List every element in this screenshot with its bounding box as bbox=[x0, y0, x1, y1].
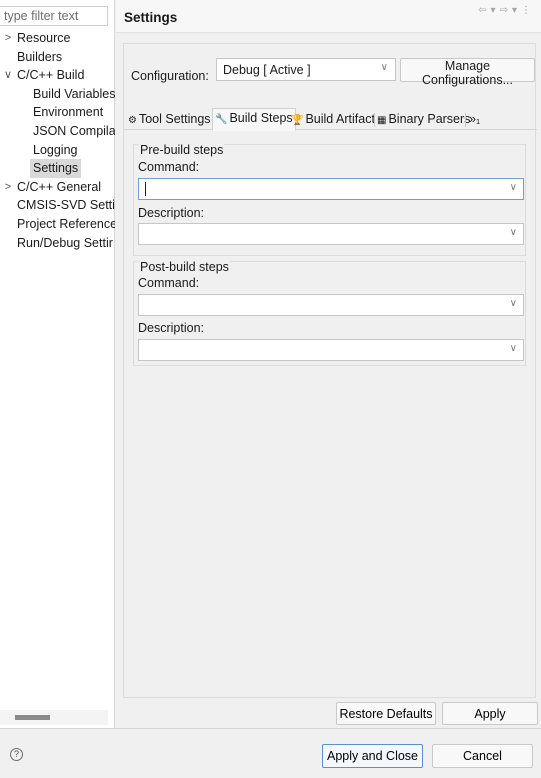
tab-label: Binary Parsers bbox=[388, 112, 471, 126]
tree-item-run-debug-settings[interactable]: Run/Debug Settir bbox=[0, 234, 115, 253]
configuration-label: Configuration: bbox=[131, 69, 209, 83]
pre-build-steps-group: Pre-build steps Command: ∨ Description: … bbox=[133, 143, 526, 256]
tree-item-cpp-general[interactable]: > C/C++ General bbox=[0, 178, 115, 197]
tab-separator bbox=[465, 113, 466, 127]
tree-item-logging[interactable]: Logging bbox=[0, 141, 115, 160]
tree-item-label: CMSIS-SVD Settir bbox=[17, 198, 115, 213]
horizontal-scrollbar[interactable] bbox=[0, 710, 108, 725]
tree-item-label: Builders bbox=[17, 49, 63, 64]
tab-label: »₁ bbox=[469, 112, 481, 126]
tree-item-json-compilation[interactable]: JSON Compila bbox=[0, 122, 115, 141]
tree-item-label: Project Reference: bbox=[17, 216, 115, 231]
apply-and-close-button[interactable]: Apply and Close bbox=[322, 744, 423, 768]
settings-panel: Settings ⇦▾⇨▾⋮ Configuration: Debug [ Ac… bbox=[116, 0, 541, 728]
configuration-select[interactable]: Debug [ Active ] ∨ bbox=[216, 58, 396, 81]
left-navigation-panel: > Resource Builders ∨ C/C++ Build Build … bbox=[0, 0, 115, 728]
configuration-value: Debug [ Active ] bbox=[223, 63, 311, 77]
tree-item-label: C/C++ General bbox=[17, 179, 102, 194]
pre-build-command-field[interactable]: ∨ bbox=[138, 178, 524, 200]
back-menu-dropdown-icon[interactable]: ▾ bbox=[491, 5, 500, 16]
chevron-down-icon[interactable]: ∨ bbox=[510, 343, 517, 354]
group-title: Pre-build steps bbox=[139, 143, 225, 157]
binary-parser-icon: ▦ bbox=[377, 115, 387, 126]
chevron-down-icon[interactable]: ∨ bbox=[2, 66, 14, 85]
forward-arrow-icon[interactable]: ⇨ bbox=[500, 5, 512, 16]
tree-item-cmsis-svd-settings[interactable]: CMSIS-SVD Settir bbox=[0, 196, 115, 215]
tree-item-label: Build Variables bbox=[33, 86, 115, 101]
chevron-right-icon[interactable]: > bbox=[2, 29, 14, 48]
group-title: Post-build steps bbox=[139, 260, 230, 274]
tree-item-cpp-build[interactable]: ∨ C/C++ Build bbox=[0, 66, 115, 85]
manage-configurations-button[interactable]: Manage Configurations... bbox=[400, 58, 535, 87]
post-build-description-field[interactable]: ∨ bbox=[138, 339, 524, 361]
tree-item-label: JSON Compila bbox=[33, 123, 115, 138]
cancel-button[interactable]: Cancel bbox=[432, 744, 533, 768]
tool-settings-icon: ⚙ bbox=[128, 115, 137, 126]
chevron-down-icon: ∨ bbox=[380, 62, 388, 73]
restore-defaults-button[interactable]: Restore Defaults bbox=[336, 702, 436, 725]
tree-item-label: Resource bbox=[17, 31, 71, 45]
tree-item-label: C/C++ Build bbox=[17, 68, 85, 83]
tab-label: Tool Settings bbox=[138, 112, 211, 126]
chevron-down-icon[interactable]: ∨ bbox=[510, 298, 517, 309]
scrollbar-thumb[interactable] bbox=[15, 715, 50, 720]
chevron-down-icon[interactable]: ∨ bbox=[510, 227, 517, 238]
tree-item-label: Settings bbox=[30, 159, 82, 178]
property-tree: > Resource Builders ∨ C/C++ Build Build … bbox=[0, 29, 115, 252]
settings-content: Configuration: Debug [ Active ] ∨ Manage… bbox=[123, 43, 537, 698]
header-nav-icons: ⇦▾⇨▾⋮ bbox=[478, 5, 535, 16]
tab-build-steps[interactable]: 🔧 Build Steps bbox=[212, 108, 296, 131]
tree-item-label: Logging bbox=[33, 142, 78, 157]
post-build-steps-group: Post-build steps Command: ∨ Description:… bbox=[133, 260, 526, 366]
help-icon[interactable]: ? bbox=[10, 748, 23, 761]
apply-button[interactable]: Apply bbox=[442, 702, 538, 725]
filter-input[interactable] bbox=[0, 6, 108, 26]
tree-item-resource[interactable]: > Resource bbox=[0, 29, 115, 48]
tab-overflow-more[interactable]: »₁ bbox=[469, 110, 480, 130]
view-menu-icon[interactable]: ⋮ bbox=[521, 5, 535, 16]
post-build-command-label: Command: bbox=[138, 276, 200, 290]
tree-item-environment[interactable]: Environment bbox=[0, 103, 115, 122]
chevron-right-icon[interactable]: > bbox=[2, 178, 14, 197]
post-build-command-field[interactable]: ∨ bbox=[138, 294, 524, 316]
pre-build-command-label: Command: bbox=[138, 160, 200, 174]
trophy-icon: 🏆 bbox=[291, 115, 304, 126]
tab-label: Build Artifact bbox=[305, 112, 375, 126]
tree-item-label: Run/Debug Settir bbox=[17, 235, 113, 250]
tab-label: Build Steps bbox=[229, 111, 293, 125]
chevron-down-icon[interactable]: ∨ bbox=[510, 182, 517, 193]
settings-header: Settings ⇦▾⇨▾⋮ bbox=[116, 0, 541, 33]
tree-item-label: Environment bbox=[33, 105, 104, 120]
dialog-button-bar: ? Apply and Close Cancel bbox=[0, 728, 541, 778]
pre-build-description-label: Description: bbox=[138, 206, 204, 220]
tab-binary-parsers[interactable]: ▦ Binary Parsers bbox=[377, 110, 470, 130]
tab-tool-settings[interactable]: ⚙ Tool Settings bbox=[128, 110, 211, 130]
page-title: Settings bbox=[124, 10, 178, 25]
tree-item-build-variables[interactable]: Build Variables bbox=[0, 85, 115, 104]
tree-item-project-references[interactable]: Project Reference: bbox=[0, 215, 115, 234]
settings-tabs: ⚙ Tool Settings 🔧 Build Steps 🏆 Build Artif… bbox=[124, 108, 537, 131]
tree-item-builders[interactable]: Builders bbox=[0, 48, 115, 67]
pre-build-description-field[interactable]: ∨ bbox=[138, 223, 524, 245]
post-build-description-label: Description: bbox=[138, 321, 204, 335]
back-arrow-icon[interactable]: ⇦ bbox=[478, 5, 490, 16]
text-caret bbox=[145, 182, 146, 196]
tab-separator bbox=[374, 113, 375, 127]
tab-build-artifact[interactable]: 🏆 Build Artifact bbox=[291, 110, 375, 130]
wrench-icon: 🔧 bbox=[215, 114, 228, 125]
forward-menu-dropdown-icon[interactable]: ▾ bbox=[512, 5, 521, 16]
tree-item-settings[interactable]: Settings bbox=[0, 159, 115, 178]
